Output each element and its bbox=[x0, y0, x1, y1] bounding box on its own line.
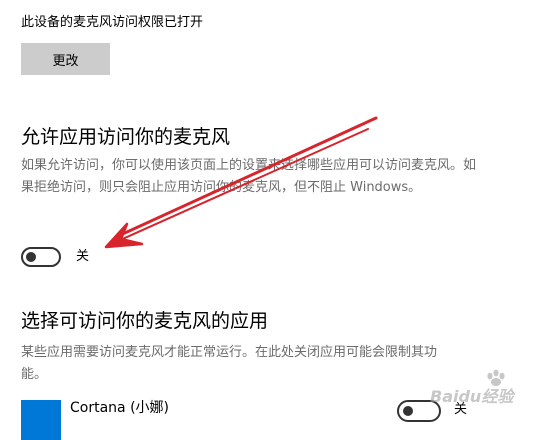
cortana-app-icon bbox=[21, 400, 61, 440]
toggle-knob bbox=[26, 252, 36, 262]
app-name-cortana: Cortana (小娜) bbox=[70, 400, 169, 416]
allow-apps-toggle[interactable] bbox=[21, 247, 61, 267]
choose-apps-description: 某些应用需要访问麦克风才能正常运行。在此处关闭应用可能会限制其功能。 bbox=[21, 345, 438, 382]
allow-apps-title: 允许应用访问你的麦克风 bbox=[21, 126, 231, 148]
paw-icon bbox=[487, 369, 505, 386]
baidu-jingyan-watermark: Baidu经验 bbox=[430, 369, 516, 406]
watermark-text: Baidu经验 bbox=[430, 387, 516, 406]
toggle-knob bbox=[403, 406, 413, 416]
allow-apps-toggle-state: 关 bbox=[76, 249, 90, 264]
change-button[interactable]: 更改 bbox=[21, 43, 110, 75]
device-access-status: 此设备的麦克风访问权限已打开 bbox=[21, 15, 204, 30]
choose-apps-title: 选择可访问你的麦克风的应用 bbox=[21, 310, 269, 332]
allow-apps-description: 如果允许访问，你可以使用该页面上的设置来选择哪些应用可以访问麦克风。如果拒绝访问… bbox=[21, 158, 477, 195]
